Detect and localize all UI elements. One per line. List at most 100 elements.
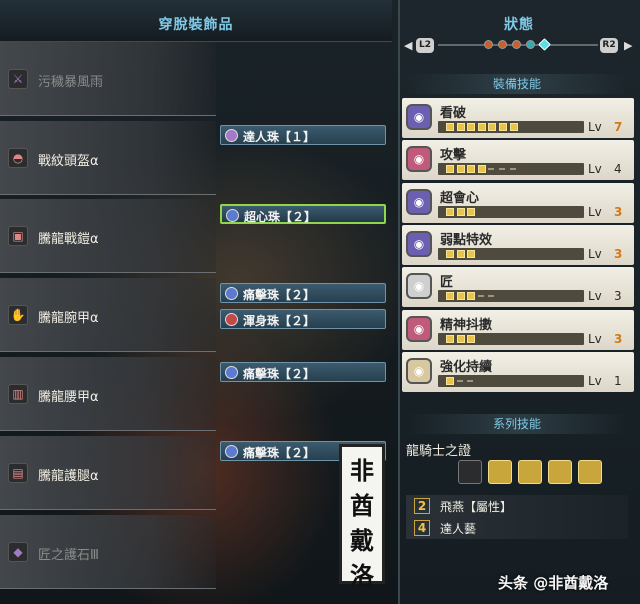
skill-pip-filled <box>446 292 454 300</box>
skill-lv-label: Lv <box>588 332 602 346</box>
skill-level-gauge <box>438 248 584 260</box>
skill-level-value: 3 <box>614 332 623 346</box>
crit-boost-icon: ◉ <box>406 189 432 215</box>
skill-pip-filled <box>446 165 454 173</box>
decoration-slot[interactable]: 達人珠【１】 <box>220 125 386 145</box>
status-title: 狀態 <box>504 17 534 33</box>
skill-pip-filled <box>446 208 454 216</box>
skill-row[interactable]: ◉ 匠 Lv 3 <box>402 267 634 307</box>
r2-button[interactable]: R2 <box>600 38 618 53</box>
equipment-name: 騰龍護腿α <box>38 469 99 484</box>
equipment-row[interactable]: ▣ 騰龍戰鎧α <box>0 199 216 273</box>
equipment-row[interactable]: ◓ 戰紋頭盔α <box>0 121 216 195</box>
equipment-name: 戰紋頭盔α <box>38 154 99 169</box>
skill-name: 強化持續 <box>440 360 493 375</box>
set-bonus-name: 達人藝 <box>440 522 477 536</box>
skill-level-gauge <box>438 206 584 218</box>
page-dot[interactable] <box>484 40 493 49</box>
set-bonus-count: 2 <box>414 498 430 514</box>
skill-pip-filled <box>446 250 454 258</box>
weakness-icon: ◉ <box>406 231 432 257</box>
skill-lv-label: Lv <box>588 374 602 388</box>
skill-pip-filled <box>467 165 475 173</box>
watermark-char: 酋 <box>350 491 374 520</box>
l2-button[interactable]: L2 <box>416 38 434 53</box>
equipment-row[interactable]: ▥ 騰龍腰甲α <box>0 357 216 431</box>
skill-name: 超會心 <box>440 191 480 206</box>
arrow-left-icon[interactable]: ◀ <box>404 39 412 52</box>
skill-pip-filled <box>467 292 475 300</box>
decoration-label: 達人珠【１】 <box>243 130 316 144</box>
skill-name: 攻擊 <box>440 148 467 163</box>
decoration-slot[interactable]: 超心珠【２】 <box>220 204 386 224</box>
equipment-row[interactable]: ▤ 騰龍護腿α <box>0 436 216 510</box>
set-piece-icon <box>488 460 512 484</box>
skill-row[interactable]: ◉ 看破 Lv 7 <box>402 98 634 138</box>
equipment-name: 匠之護石Ⅲ <box>38 548 99 563</box>
set-skills-label: 系列技能 <box>406 414 628 434</box>
skill-lv-label: Lv <box>588 205 602 219</box>
skill-pip-filled <box>446 377 454 385</box>
set-bonus-count: 4 <box>414 520 430 536</box>
arrow-right-icon[interactable]: ▶ <box>624 39 632 52</box>
decoration-label: 超心珠【２】 <box>244 210 317 224</box>
page-dot[interactable] <box>498 40 507 49</box>
skill-level-value: 1 <box>614 374 622 388</box>
waist-armor-icon: ▥ <box>8 384 28 404</box>
set-name: 龍騎士之證 <box>406 444 472 459</box>
skill-name: 匠 <box>440 275 454 290</box>
skill-level-value: 7 <box>614 120 623 134</box>
skill-pip-filled <box>467 335 475 343</box>
skill-pip-empty <box>510 168 516 170</box>
leg-armor-icon: ▤ <box>8 463 28 483</box>
skill-pip-filled <box>488 123 496 131</box>
skill-row[interactable]: ◉ 攻擊 Lv 4 <box>402 140 634 180</box>
page-dot-active[interactable] <box>538 38 551 51</box>
equipment-name: 騰龍腰甲α <box>38 390 99 405</box>
skill-pip-filled <box>467 250 475 258</box>
skill-level-gauge <box>438 163 584 175</box>
handicraft-icon: ◉ <box>406 273 432 299</box>
skill-pip-filled <box>457 335 465 343</box>
skill-pip-empty <box>467 380 473 382</box>
equipment-row[interactable]: ✋ 騰龍腕甲α <box>0 278 216 352</box>
decoration-slot[interactable]: 痛擊珠【２】 <box>220 283 386 303</box>
watermark-char: 戴 <box>350 526 374 555</box>
skill-pip-filled <box>478 123 486 131</box>
set-bonus-row[interactable]: 4 達人藝 <box>406 517 628 539</box>
decoration-label: 渾身珠【２】 <box>243 314 316 328</box>
set-piece-icon <box>578 460 602 484</box>
status-page-nav: ◀ L2 R2 ▶ <box>404 37 634 55</box>
watermark-char: 非 <box>350 456 374 485</box>
decoration-slot[interactable]: 痛擊珠【２】 <box>220 362 386 382</box>
skill-pip-filled <box>478 165 486 173</box>
decoration-label: 痛擊珠【２】 <box>243 367 316 381</box>
equipment-row[interactable]: ⚔ 污穢暴風雨 <box>0 42 216 116</box>
skill-name: 看破 <box>440 106 467 121</box>
page-dot[interactable] <box>526 40 535 49</box>
skill-lv-label: Lv <box>588 162 602 176</box>
skill-pip-filled <box>467 208 475 216</box>
skill-pip-empty <box>478 295 484 297</box>
skill-pip-empty <box>499 168 505 170</box>
set-bonus-row[interactable]: 2 飛燕【屬性】 <box>406 495 628 517</box>
skill-level-gauge <box>438 121 584 133</box>
skill-level-value: 3 <box>614 247 623 261</box>
set-piece-icon <box>548 460 572 484</box>
equipment-row[interactable]: ◆ 匠之護石Ⅲ <box>0 515 216 589</box>
skill-name: 弱點特效 <box>440 233 493 248</box>
skill-row[interactable]: ◉ 超會心 Lv 3 <box>402 183 634 223</box>
skill-pip-filled <box>457 250 465 258</box>
skill-lv-label: Lv <box>588 289 602 303</box>
skill-level-gauge <box>438 333 584 345</box>
maximum-might-icon: ◉ <box>406 316 432 342</box>
skill-row[interactable]: ◉ 強化持續 Lv 1 <box>402 352 634 392</box>
set-bonus-name: 飛燕【屬性】 <box>440 500 513 514</box>
skill-row[interactable]: ◉ 精神抖擻 Lv 3 <box>402 310 634 350</box>
equipment-name: 騰龍腕甲α <box>38 311 99 326</box>
watermark-seal: 非 酋 戴 洛 <box>339 444 385 590</box>
page-dot[interactable] <box>512 40 521 49</box>
decoration-jewel-icon <box>226 209 239 222</box>
skill-row[interactable]: ◉ 弱點特效 Lv 3 <box>402 225 634 265</box>
decoration-slot[interactable]: 渾身珠【２】 <box>220 309 386 329</box>
